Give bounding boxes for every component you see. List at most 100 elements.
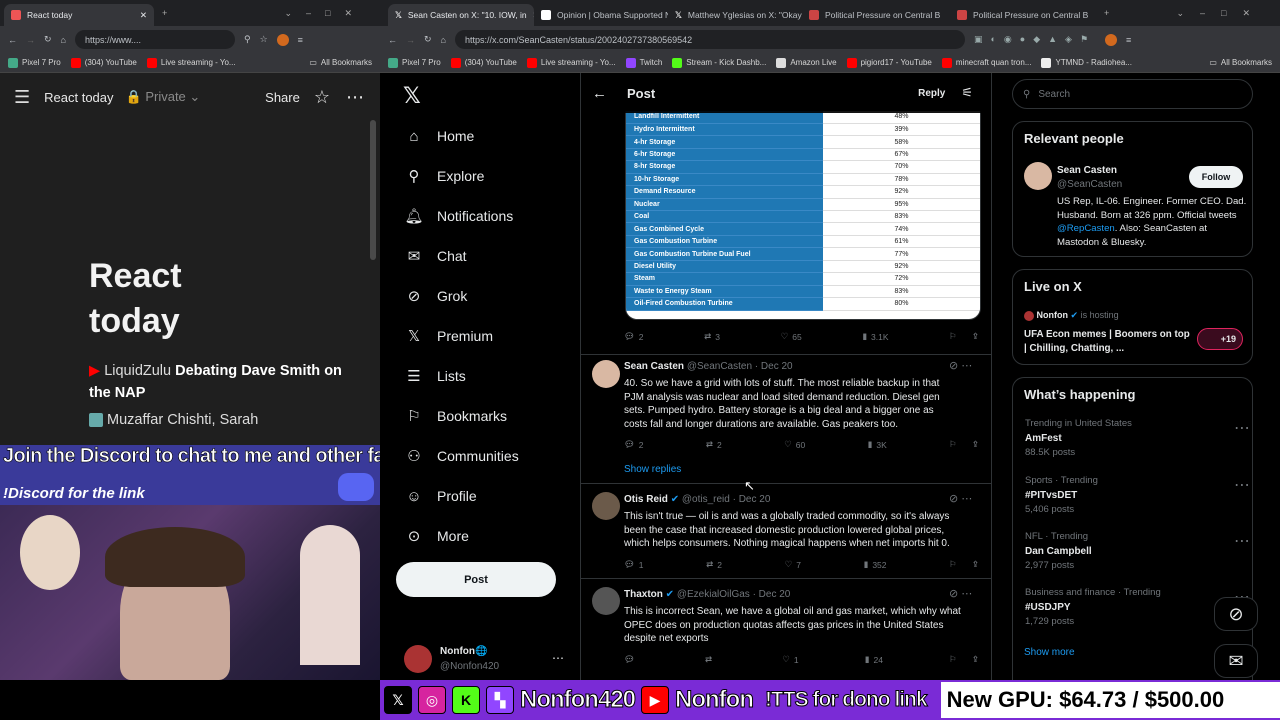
reader-item[interactable]: Muzaffar Chishti, Sarah bbox=[89, 412, 359, 428]
like-action[interactable]: ♡ 65 bbox=[781, 331, 802, 342]
author-handle[interactable]: @SeanCasten bbox=[687, 361, 752, 372]
forward-icon[interactable]: → bbox=[406, 35, 415, 45]
new-tab-icon[interactable]: + bbox=[1104, 8, 1109, 18]
tweet-date[interactable]: · Dec 20 bbox=[733, 494, 771, 505]
grok-float-icon[interactable]: ⊘ bbox=[1214, 597, 1258, 631]
all-bookmarks[interactable]: ▭ All Bookmarks bbox=[309, 58, 372, 67]
tweet-menu-icon[interactable]: ⊘ ⋯ bbox=[949, 587, 972, 600]
tab-obama[interactable]: Opinion | Obama Supported N bbox=[534, 4, 668, 26]
bookmark-star-icon[interactable]: ☆ bbox=[260, 34, 268, 45]
show-more-link[interactable]: Show more bbox=[1024, 647, 1075, 658]
bookmark-item[interactable]: (304) YouTube bbox=[70, 57, 137, 68]
more-icon[interactable]: ≡ bbox=[1126, 35, 1131, 45]
repost-action[interactable]: ⇄ bbox=[705, 654, 716, 665]
bio-link[interactable]: @RepCasten bbox=[1057, 223, 1115, 234]
nav-lists[interactable]: ☰ Lists bbox=[405, 367, 466, 385]
tweet-menu-icon[interactable]: ⊘ ⋯ bbox=[949, 492, 972, 505]
bookmark-item[interactable]: minecraft quan tron... bbox=[941, 57, 1031, 68]
live-on-x-card[interactable]: Live on X Nonfon ✔ is hosting UFA Econ m… bbox=[1012, 269, 1253, 365]
person-avatar[interactable] bbox=[1024, 162, 1052, 190]
trend-menu-icon[interactable]: ⋯ bbox=[1234, 531, 1250, 551]
back-icon[interactable]: ← bbox=[388, 35, 397, 45]
account-avatar[interactable] bbox=[404, 645, 432, 673]
reload-icon[interactable]: ↻ bbox=[424, 34, 432, 45]
bookmark-share[interactable]: ⚐ ⇪ bbox=[949, 331, 979, 342]
views-action[interactable]: ▮ 3.1K bbox=[862, 331, 888, 342]
x-logo-icon[interactable]: 𝕏 bbox=[403, 83, 421, 109]
trend-item[interactable]: Trending in United States AmFest 88.5K p… bbox=[1025, 418, 1250, 458]
reply-tweet[interactable]: Sean Casten @SeanCasten · Dec 20 ⊘ ⋯ 40.… bbox=[581, 354, 991, 468]
close-tab-icon[interactable]: ✕ bbox=[140, 10, 147, 21]
extensions-icons[interactable]: ▣◐◉●◆▲◈⚑ bbox=[974, 34, 1096, 45]
avatar[interactable] bbox=[592, 360, 620, 388]
messages-float-icon[interactable]: ✉ bbox=[1214, 644, 1258, 678]
more-dots-icon[interactable]: ⋯ bbox=[346, 87, 364, 108]
author-handle[interactable]: @otis_reid bbox=[682, 494, 730, 505]
url-field[interactable]: https://www.... bbox=[74, 30, 235, 49]
bookmark-item[interactable]: Live streaming - Yo... bbox=[146, 57, 236, 68]
person-name[interactable]: Sean Casten bbox=[1057, 165, 1117, 176]
account-handle[interactable]: @Nonfon420 bbox=[440, 661, 499, 672]
nav-grok[interactable]: ⊘ Grok bbox=[405, 287, 468, 305]
bookmark-item[interactable]: Pixel 7 Pro bbox=[8, 57, 61, 68]
follow-button[interactable]: Follow bbox=[1189, 166, 1243, 188]
post-button[interactable]: Post bbox=[396, 562, 556, 597]
author-name[interactable]: Sean Casten bbox=[624, 361, 684, 372]
tab-yglesias[interactable]: 𝕏 Matthew Yglesias on X: "Okay bbox=[668, 4, 802, 26]
author-name[interactable]: Thaxton bbox=[624, 589, 663, 600]
nav-more[interactable]: ⊙ More bbox=[405, 527, 469, 545]
reply-action[interactable]: 💬︎ bbox=[624, 654, 639, 665]
star-icon[interactable]: ☆ bbox=[314, 87, 330, 108]
private-indicator[interactable]: 🔒 Private ⌄ bbox=[126, 89, 201, 105]
author-handle[interactable]: @EzekialOilGas bbox=[677, 589, 750, 600]
views-action[interactable]: ▮ 3K bbox=[868, 439, 887, 450]
scrollbar[interactable] bbox=[370, 120, 376, 260]
avatar[interactable] bbox=[592, 587, 620, 615]
reply-tweet[interactable]: Otis Reid ✔ @otis_reid · Dec 20 ⊘ ⋯ This… bbox=[581, 483, 991, 578]
reload-icon[interactable]: ↻ bbox=[44, 34, 52, 45]
window-controls[interactable]: ⌄–□✕ bbox=[1176, 8, 1266, 19]
bookmark-share[interactable]: ⚐ ⇪ bbox=[949, 654, 979, 665]
avatar[interactable] bbox=[592, 492, 620, 520]
more-icon[interactable]: ≡ bbox=[298, 35, 303, 45]
reply-action[interactable]: 💬︎ 1 bbox=[624, 559, 644, 570]
views-action[interactable]: ▮ 24 bbox=[865, 654, 883, 665]
tab-react-today[interactable]: React today ✕ bbox=[4, 4, 154, 26]
views-action[interactable]: ▮ 352 bbox=[864, 559, 887, 570]
tweet-image-table[interactable]: Landfill Intermittent 48% Hydro Intermitte… bbox=[625, 111, 981, 320]
repost-action[interactable]: ⇄ 3 bbox=[704, 331, 720, 342]
home-icon[interactable]: ⌂ bbox=[441, 35, 446, 45]
repost-action[interactable]: ⇄ 2 bbox=[706, 559, 722, 570]
nav-bookmarks[interactable]: ⚐ Bookmarks bbox=[405, 407, 507, 425]
like-action[interactable]: ♡ 1 bbox=[782, 654, 798, 665]
new-tab-icon[interactable]: + bbox=[162, 8, 167, 18]
home-icon[interactable]: ⌂ bbox=[61, 35, 66, 45]
show-replies-link[interactable]: Show replies bbox=[624, 464, 681, 475]
live-listeners[interactable]: +19 bbox=[1197, 328, 1243, 350]
bookmark-item[interactable]: Live streaming - Yo... bbox=[526, 57, 616, 68]
profile-avatar-icon[interactable] bbox=[276, 33, 289, 46]
bookmark-share[interactable]: ⚐ ⇪ bbox=[949, 559, 979, 570]
account-name[interactable]: Nonfon🌐 bbox=[440, 646, 487, 657]
bookmark-item[interactable]: pigiord17 - YouTube bbox=[846, 57, 932, 68]
window-controls[interactable]: ⌄–□✕ bbox=[284, 8, 366, 19]
bookmark-item[interactable]: Pixel 7 Pro bbox=[388, 57, 441, 68]
reply-action[interactable]: 💬︎ 2 bbox=[624, 439, 644, 450]
like-action[interactable]: ♡ 60 bbox=[784, 439, 805, 450]
nav-profile[interactable]: ☺ Profile bbox=[405, 487, 476, 505]
forward-icon[interactable]: → bbox=[26, 35, 35, 45]
like-action[interactable]: ♡ 7 bbox=[785, 559, 801, 570]
person-handle[interactable]: @SeanCasten bbox=[1057, 179, 1122, 190]
reply-tweet[interactable]: Thaxton ✔ @EzekialOilGas · Dec 20 ⊘ ⋯ Th… bbox=[581, 578, 991, 680]
url-field[interactable]: https://x.com/SeanCasten/status/20024027… bbox=[454, 30, 965, 49]
trend-menu-icon[interactable]: ⋯ bbox=[1234, 475, 1250, 495]
bookmark-item[interactable]: Twitch bbox=[625, 57, 662, 68]
tab-political-pressure[interactable]: Political Pressure on Central B bbox=[802, 4, 950, 26]
share-button[interactable]: Share bbox=[265, 90, 300, 105]
reply-action[interactable]: 💬︎ 2 bbox=[624, 331, 644, 342]
profile-avatar-icon[interactable] bbox=[1105, 33, 1118, 46]
trend-item[interactable]: Sports · Trending #PITvsDET 5,406 posts … bbox=[1025, 475, 1250, 515]
bookmark-item[interactable]: (304) YouTube bbox=[450, 57, 517, 68]
tweet-date[interactable]: · Dec 20 bbox=[753, 589, 791, 600]
nav-communities[interactable]: ⚇ Communities bbox=[405, 447, 518, 465]
